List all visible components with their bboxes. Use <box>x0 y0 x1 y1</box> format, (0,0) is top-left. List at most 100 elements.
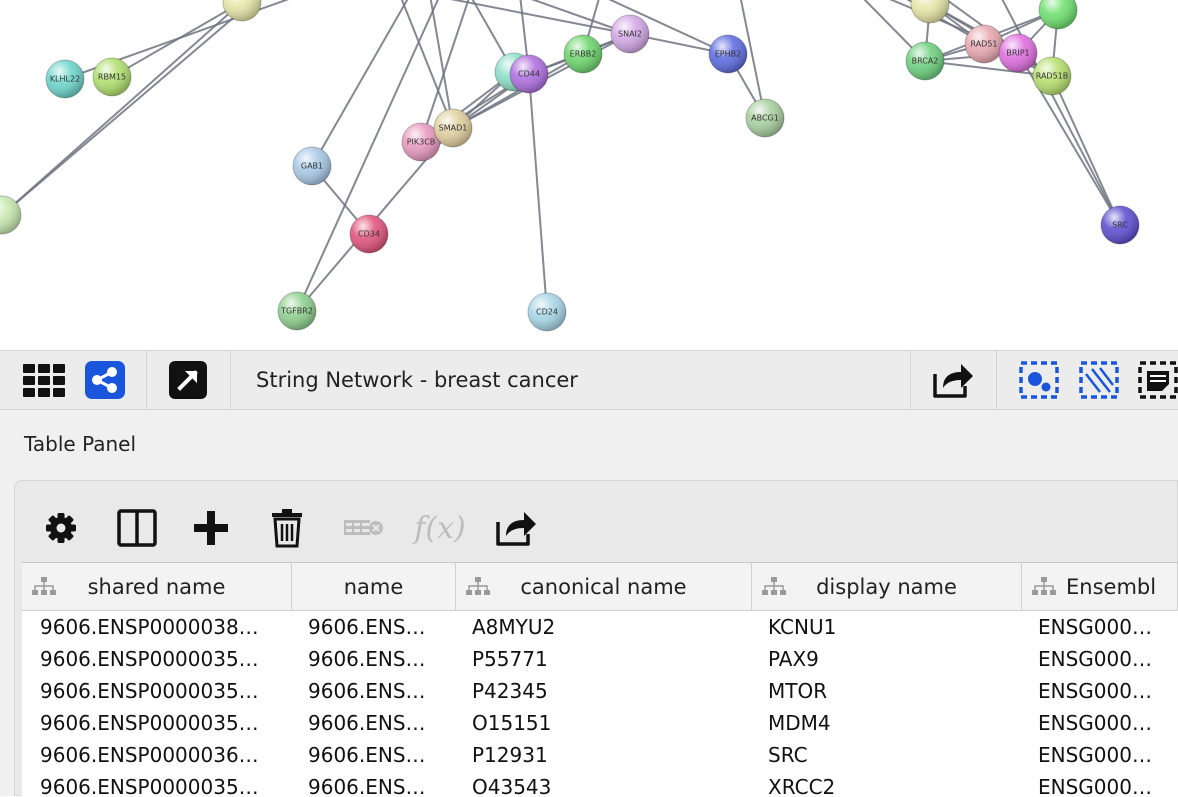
network-node[interactable]: KLHL22 <box>45 59 85 99</box>
grid-icon <box>23 364 65 397</box>
column-header-display-name[interactable]: display name <box>752 563 1022 610</box>
network-node[interactable]: SMAD1 <box>433 108 473 148</box>
network-edge[interactable] <box>528 73 548 313</box>
trash-icon <box>272 509 302 548</box>
table-row[interactable]: 9606.ENSP0000035… 9606.ENS… P55771 PAX9 … <box>22 643 1178 675</box>
table-row[interactable]: 9606.ENSP0000035… 9606.ENS… O15151 MDM4 … <box>22 707 1178 739</box>
network-graph[interactable]: KLHL22 RBM15 GAB1 CD34 TGFBR2 PIK3CBSMAD1 CD44… <box>0 0 1178 350</box>
cell-ensembl: ENSG000… <box>1038 711 1152 735</box>
table-header: shared name name canonical name display … <box>22 563 1178 611</box>
network-edge[interactable] <box>429 0 454 129</box>
shared-column-icon <box>466 577 490 595</box>
select-annotations-button[interactable] <box>1136 351 1178 409</box>
node-label: PIK3CB <box>407 138 436 147</box>
select-edges-button[interactable] <box>1076 351 1122 409</box>
network-node[interactable]: EPHB2 <box>708 34 748 74</box>
export-table-button[interactable] <box>492 505 540 551</box>
cell-shared-name: 9606.ENSP0000035… <box>40 679 259 703</box>
node-label: TGFBR2 <box>280 307 313 316</box>
network-node[interactable]: BRIP1 <box>998 33 1038 73</box>
network-view-button[interactable] <box>84 351 126 409</box>
cell-name: 9606.ENS… <box>308 679 426 703</box>
shared-column-icon <box>1032 577 1056 595</box>
column-header-shared-name[interactable]: shared name <box>22 563 292 610</box>
node-label: SNAI2 <box>618 30 642 39</box>
node-label: ERBB2 <box>570 50 597 59</box>
node-label: SRC <box>1112 221 1128 230</box>
plus-icon <box>194 511 228 545</box>
delete-table-button[interactable] <box>340 505 386 551</box>
network-node[interactable]: BRCA2 <box>905 41 945 81</box>
cell-shared-name: 9606.ENSP0000035… <box>40 647 259 671</box>
table-settings-button[interactable] <box>40 505 82 551</box>
cell-canonical-name: O15151 <box>472 711 552 735</box>
cell-display-name: XRCC2 <box>768 775 836 797</box>
node-table[interactable]: shared name name canonical name display … <box>22 562 1178 797</box>
table-row[interactable]: 9606.ENSP0000038… 9606.ENS… A8MYU2 KCNU1… <box>22 611 1178 643</box>
select-nodes-button[interactable] <box>1016 351 1062 409</box>
table-row[interactable]: 9606.ENSP0000035… 9606.ENS… O43543 XRCC2… <box>22 771 1178 797</box>
network-edge[interactable] <box>430 0 631 35</box>
node-label: BRCA2 <box>912 57 939 66</box>
cell-canonical-name: A8MYU2 <box>472 615 556 639</box>
network-canvas[interactable]: KLHL22 RBM15 GAB1 CD34 TGFBR2 PIK3CB SMAD1 CD44… <box>0 0 1178 350</box>
network-edge[interactable] <box>1 0 260 216</box>
network-node[interactable]: CD44 <box>509 54 549 94</box>
column-header-canonical-name[interactable]: canonical name <box>456 563 752 610</box>
export-icon <box>496 512 536 546</box>
cell-display-name: MDM4 <box>768 711 831 735</box>
column-header-label: name <box>343 574 404 599</box>
node-label: CD24 <box>536 308 558 317</box>
cell-canonical-name: P42345 <box>472 679 548 703</box>
network-title: String Network - breast cancer <box>256 368 578 392</box>
node-label: RAD51 <box>970 40 997 49</box>
network-node[interactable] <box>222 0 262 22</box>
network-toolbar: String Network - breast cancer <box>0 350 1178 410</box>
table-remove-icon <box>344 520 383 535</box>
column-header-label: canonical name <box>520 574 687 599</box>
network-node[interactable]: CD24 <box>527 292 567 332</box>
network-node[interactable]: RBM15 <box>92 57 132 97</box>
network-node[interactable]: GAB1 <box>292 146 332 186</box>
cell-display-name: MTOR <box>768 679 828 703</box>
table-row[interactable]: 9606.ENSP0000035… 9606.ENS… P42345 MTOR … <box>22 675 1178 707</box>
function-builder-button[interactable]: f(x) <box>408 505 472 551</box>
network-node[interactable]: SNAI2 <box>610 14 650 54</box>
network-node[interactable]: TGFBR2 <box>277 291 317 331</box>
cell-display-name: KCNU1 <box>768 615 837 639</box>
node-label: ABCG1 <box>751 114 779 123</box>
split-columns-icon <box>117 509 157 547</box>
cell-canonical-name: P12931 <box>472 743 548 767</box>
column-header-label: Ensembl <box>1066 574 1157 599</box>
detach-view-button[interactable] <box>166 351 210 409</box>
network-node[interactable]: CD34 <box>349 214 389 254</box>
network-node[interactable]: ERBB2 <box>563 34 603 74</box>
select-edges-icon <box>1079 361 1119 399</box>
grid-view-button[interactable] <box>18 351 70 409</box>
export-network-button[interactable] <box>928 351 978 409</box>
cell-shared-name: 9606.ENSP0000035… <box>40 775 259 797</box>
column-header-label: shared name <box>87 574 226 599</box>
column-header-label: display name <box>816 574 957 599</box>
column-header-name[interactable]: name <box>292 563 456 610</box>
cell-ensembl: ENSG000… <box>1038 679 1152 703</box>
network-node[interactable]: SRC <box>1100 205 1140 245</box>
network-node[interactable]: ABCG1 <box>745 98 785 138</box>
network-edge[interactable] <box>311 0 410 167</box>
node-label: SMAD1 <box>439 124 468 133</box>
network-node[interactable]: RAD51B <box>1032 56 1072 96</box>
node-label: EPHB2 <box>715 50 741 59</box>
select-annotations-icon <box>1138 361 1178 399</box>
network-node[interactable]: RAD51 <box>964 24 1004 64</box>
cell-ensembl: ENSG000… <box>1038 647 1152 671</box>
cell-canonical-name: O43543 <box>472 775 552 797</box>
share-network-icon <box>85 361 125 399</box>
network-edge[interactable] <box>1051 75 1121 226</box>
delete-column-button[interactable] <box>266 505 308 551</box>
node-label: RBM15 <box>98 73 126 82</box>
column-header-ensembl[interactable]: Ensembl <box>1022 563 1178 610</box>
add-column-button[interactable] <box>190 505 232 551</box>
table-row[interactable]: 9606.ENSP0000036… 9606.ENS… P12931 SRC E… <box>22 739 1178 771</box>
column-layout-button[interactable] <box>114 505 160 551</box>
cell-ensembl: ENSG000… <box>1038 775 1152 797</box>
